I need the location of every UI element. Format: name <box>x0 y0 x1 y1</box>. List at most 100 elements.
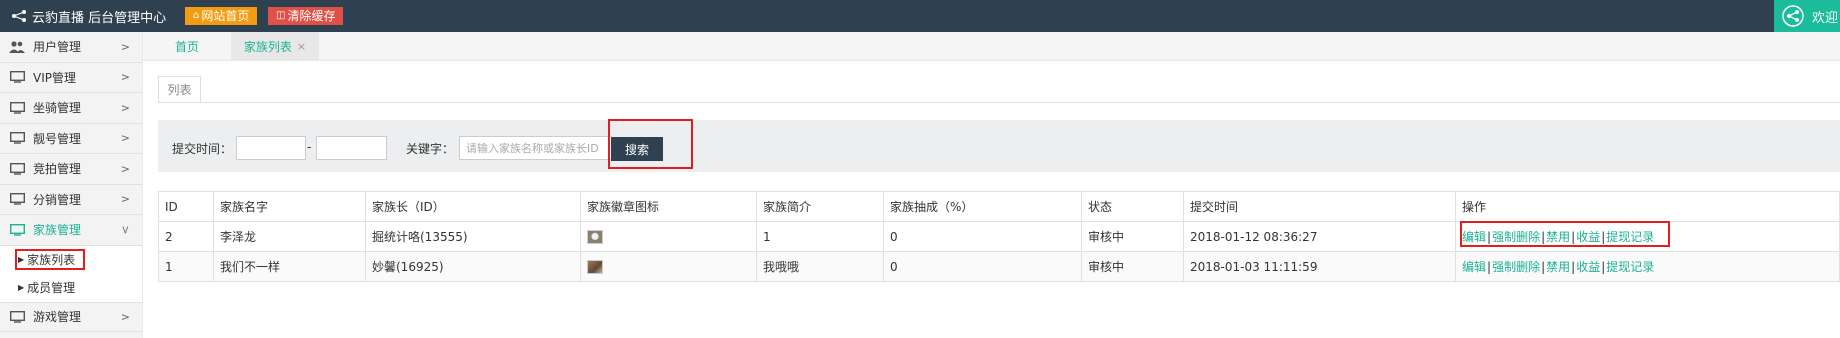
sidebar-item-mount[interactable]: 坐骑管理 > <box>0 93 142 124</box>
chevron-right-icon: > <box>120 131 130 145</box>
cell-name: 我们不一样 <box>213 251 366 282</box>
caret-right-icon: ▶ <box>18 283 25 292</box>
clear-cache-button[interactable]: ◫ 清除缓存 <box>268 7 344 25</box>
keyword-input[interactable]: 请输入家族名称或家族长ID <box>459 136 612 160</box>
tab-home[interactable]: 首页 <box>143 32 231 61</box>
cell-leader: 掘统计咯(13555) <box>365 221 581 252</box>
family-badge-image <box>587 259 603 274</box>
monitor-icon <box>9 70 25 84</box>
cell-actions: 编辑|强制删除|禁用|收益|提现记录 <box>1455 251 1840 282</box>
sidebar-item-games[interactable]: 游戏管理 > <box>0 301 142 332</box>
sidebar-item-label: 靓号管理 <box>33 131 82 146</box>
keyword-placeholder: 请输入家族名称或家族长ID <box>466 142 599 155</box>
chevron-right-icon: > <box>118 225 132 235</box>
tab-label: 首页 <box>174 40 199 54</box>
cell-id: 1 <box>158 251 214 282</box>
monitor-icon <box>9 223 25 237</box>
trash-icon: ◫ <box>276 10 286 21</box>
chevron-right-icon: > <box>120 162 130 176</box>
cell-badge <box>580 251 757 282</box>
start-date-input[interactable] <box>236 136 306 160</box>
sidebar-item-distribution[interactable]: 分销管理 > <box>0 185 142 215</box>
edit-link[interactable]: 编辑 <box>1462 260 1486 274</box>
home-icon: ⌂ <box>193 10 200 21</box>
submit-time-label: 提交时间： <box>172 142 233 156</box>
cell-time: 2018-01-03 11:11:59 <box>1183 251 1456 282</box>
sidebar: 用户管理 > VIP管理 > 坐骑管理 > 靓号管理 > 竞拍管理 > 分销管理… <box>0 32 143 338</box>
website-home-label: 网站首页 <box>201 9 250 23</box>
tab-list[interactable]: 列表 <box>158 76 201 103</box>
website-home-button[interactable]: ⌂ 网站首页 <box>185 7 258 25</box>
chevron-right-icon: > <box>120 101 130 115</box>
sidebar-item-vip[interactable]: VIP管理 > <box>0 63 142 93</box>
highlight-box <box>1460 221 1670 247</box>
chevron-right-icon: > <box>120 70 130 84</box>
separator: | <box>1541 260 1546 274</box>
column-header: 家族名字 <box>213 191 366 222</box>
chevron-right-icon: > <box>120 40 130 54</box>
sidebar-subitem-label: 成员管理 <box>27 281 76 295</box>
cell-status: 审核中 <box>1081 251 1184 282</box>
welcome-area[interactable]: 欢迎 <box>1774 0 1840 32</box>
cell-rate: 0 <box>883 251 1082 282</box>
column-header: 操作 <box>1455 191 1840 222</box>
sidebar-subitem-member-management[interactable]: ▶ 成员管理 <box>0 273 142 302</box>
keyword-label: 关键字： <box>406 142 455 156</box>
clear-cache-label: 清除缓存 <box>287 9 336 23</box>
sidebar-item-family[interactable]: 家族管理 > <box>0 215 142 246</box>
cell-id: 2 <box>158 221 214 252</box>
cell-time: 2018-01-12 08:36:27 <box>1183 221 1456 252</box>
end-date-input[interactable] <box>316 136 387 160</box>
sidebar-item-label: 坐骑管理 <box>33 101 82 116</box>
welcome-text: 欢迎 <box>1812 10 1839 26</box>
sidebar-item-users[interactable]: 用户管理 > <box>0 32 142 63</box>
ban-link[interactable]: 禁用 <box>1546 260 1570 274</box>
column-header: 家族抽成（%） <box>883 191 1082 222</box>
cell-leader: 妙馨(16925) <box>365 251 581 282</box>
separator: | <box>1487 260 1492 274</box>
sidebar-item-label: 竞拍管理 <box>33 162 82 177</box>
cell-status: 审核中 <box>1081 221 1184 252</box>
column-header: 提交时间 <box>1183 191 1456 222</box>
sidebar-item-label: 用户管理 <box>33 40 82 55</box>
sidebar-item-auction[interactable]: 竞拍管理 > <box>0 154 142 185</box>
table-header-row: ID 家族名字 家族长（ID） 家族徽章图标 家族简介 家族抽成（%） 状态 提… <box>158 191 1840 222</box>
tab-family-list[interactable]: 家族列表 × <box>231 32 319 61</box>
sidebar-item-pretty-number[interactable]: 靓号管理 > <box>0 124 142 154</box>
share-icon <box>12 10 26 22</box>
column-header: ID <box>158 191 214 222</box>
cell-name: 李泽龙 <box>213 221 366 252</box>
income-link[interactable]: 收益 <box>1576 260 1600 274</box>
column-header: 家族徽章图标 <box>580 191 757 222</box>
column-header: 状态 <box>1081 191 1184 222</box>
monitor-icon <box>9 192 25 206</box>
tab-label: 家族列表 <box>243 40 292 54</box>
cell-intro: 我哦哦 <box>756 251 884 282</box>
top-bar: 云豹直播 后台管理中心 ⌂ 网站首页 ◫ 清除缓存 欢迎 <box>0 0 1840 32</box>
share-circle-icon <box>1782 5 1804 27</box>
withdraw-records-link[interactable]: 提现记录 <box>1606 260 1654 274</box>
sidebar-item-label: 分销管理 <box>33 192 82 207</box>
users-icon <box>9 40 25 54</box>
separator: | <box>1571 260 1576 274</box>
tab-bar: 首页 家族列表 × <box>143 32 1840 61</box>
cell-intro: 1 <box>756 221 884 252</box>
monitor-icon <box>9 131 25 145</box>
sidebar-item-label: 家族管理 <box>33 223 82 238</box>
sidebar-item-label: VIP管理 <box>33 70 76 85</box>
table-row: 1 我们不一样 妙馨(16925) 我哦哦 0 审核中 2018-01-03 1… <box>158 251 1840 282</box>
highlight-box <box>608 119 693 169</box>
sidebar-subitem-family-list[interactable]: ▶ 家族列表 <box>0 245 142 274</box>
close-icon[interactable]: × <box>297 40 306 53</box>
separator: | <box>1601 260 1606 274</box>
sidebar-item-label: 游戏管理 <box>33 310 82 325</box>
date-range-dash: - <box>307 140 312 154</box>
cell-badge <box>580 221 757 252</box>
divider <box>158 102 1840 103</box>
monitor-icon <box>9 101 25 115</box>
force-delete-link[interactable]: 强制删除 <box>1492 260 1540 274</box>
tab-label: 列表 <box>167 83 192 97</box>
monitor-icon <box>9 162 25 176</box>
highlight-box <box>15 248 85 270</box>
column-header: 家族长（ID） <box>365 191 581 222</box>
